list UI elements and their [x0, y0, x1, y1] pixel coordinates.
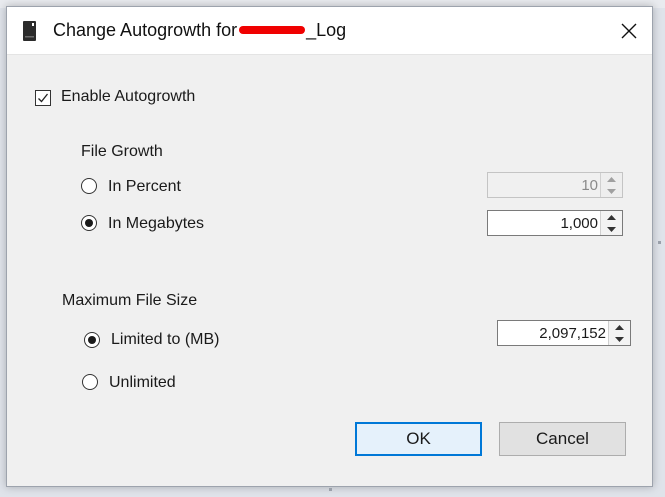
percent-spin-down	[601, 185, 622, 197]
spin-up-arrow-icon	[615, 324, 624, 330]
percent-value: 10	[581, 177, 598, 194]
in-percent-radio[interactable]	[81, 178, 97, 194]
dialog-title-prefix: Change Autogrowth for	[53, 20, 238, 40]
ok-button[interactable]: OK	[355, 422, 482, 456]
maximum-file-size-heading: Maximum File Size	[62, 292, 198, 309]
limited-to-spinbox[interactable]: 2,097,152	[497, 320, 631, 346]
limited-to-spin-down[interactable]	[609, 333, 630, 345]
close-icon	[621, 23, 637, 38]
enable-autogrowth-label[interactable]: Enable Autogrowth	[61, 88, 195, 106]
enable-autogrowth-checkbox[interactable]	[35, 90, 51, 106]
spin-down-arrow-icon	[607, 226, 616, 232]
megabytes-value: 1,000	[560, 215, 598, 232]
megabytes-spin-buttons	[600, 211, 622, 235]
title-bar: Change Autogrowth for _Log	[7, 7, 652, 55]
spin-up-arrow-icon	[607, 214, 616, 220]
megabytes-spinbox[interactable]: 1,000	[487, 210, 623, 236]
unlimited-label[interactable]: Unlimited	[109, 374, 176, 392]
resize-handle-bottom[interactable]	[329, 488, 332, 491]
file-growth-heading: File Growth	[81, 143, 163, 160]
dialog-title: Change Autogrowth for _Log	[53, 20, 346, 41]
database-file-icon	[23, 21, 36, 41]
close-button[interactable]	[606, 7, 652, 54]
spin-down-arrow-icon	[615, 336, 624, 342]
redacted-database-name	[239, 26, 306, 35]
limited-to-value: 2,097,152	[539, 325, 606, 342]
percent-spin-buttons	[600, 173, 622, 197]
megabytes-spin-down[interactable]	[601, 223, 622, 235]
unlimited-radio[interactable]	[82, 374, 98, 390]
checkmark-icon	[38, 93, 49, 103]
limited-to-spin-buttons	[608, 321, 630, 345]
spin-down-arrow-icon	[607, 188, 616, 194]
limited-to-radio[interactable]	[84, 332, 100, 348]
change-autogrowth-dialog: Change Autogrowth for _Log Enable Autogro…	[6, 6, 653, 487]
spin-up-arrow-icon	[607, 176, 616, 182]
limited-to-label[interactable]: Limited to (MB)	[111, 331, 219, 349]
limited-to-spin-up[interactable]	[609, 321, 630, 333]
cancel-button[interactable]: Cancel	[499, 422, 626, 456]
in-megabytes-radio[interactable]	[81, 215, 97, 231]
in-percent-label[interactable]: In Percent	[108, 178, 181, 196]
megabytes-spin-up[interactable]	[601, 211, 622, 223]
in-megabytes-label[interactable]: In Megabytes	[108, 215, 204, 233]
percent-spin-up	[601, 173, 622, 185]
resize-handle-right[interactable]	[658, 241, 661, 244]
percent-spinbox: 10	[487, 172, 623, 198]
dialog-title-suffix: _Log	[306, 20, 347, 40]
